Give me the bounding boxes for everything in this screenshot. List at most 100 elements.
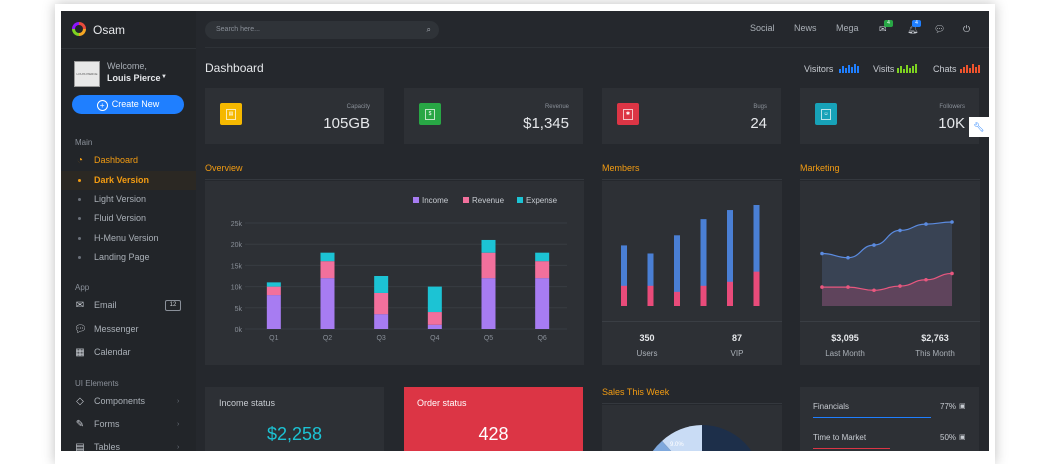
bar-income: [427, 324, 442, 329]
metric-value-time-to-market: 50%: [940, 433, 957, 442]
avatar[interactable]: LOUIS PIERCE: [74, 61, 100, 87]
stat-card-revenue: $ Revenue $1,345: [404, 88, 583, 144]
section-title-sales-this-week: Sales This Week: [602, 387, 670, 397]
settings-wrench-icon[interactable]: 🔧︎: [969, 117, 989, 137]
topnav-news[interactable]: News: [794, 23, 817, 33]
mail-badge: 4: [884, 20, 893, 27]
sidebar-item-label: Tables: [94, 442, 121, 451]
sidebar-item-label: Dark Version: [94, 175, 150, 185]
x-tick-label: Q4: [430, 335, 439, 342]
bullet-icon: [78, 198, 81, 201]
sidebar-item-calendar[interactable]: ▦ Calendar: [61, 343, 196, 362]
sidebar-item-label: Fluid Version: [94, 213, 147, 223]
marketing-last-month-label: Last Month: [825, 349, 865, 358]
bar-revenue: [374, 292, 389, 315]
y-tick-label: 10k: [231, 285, 243, 292]
page-title: Dashboard: [205, 61, 264, 75]
members-vip-label: VIP: [730, 349, 744, 358]
bar-vip: [674, 291, 680, 306]
y-tick-label: 15k: [231, 263, 243, 270]
bar-income: [374, 314, 389, 329]
x-tick-label: Q6: [537, 335, 546, 342]
data-point: [924, 277, 928, 282]
bar-expense: [320, 252, 335, 262]
data-point: [950, 220, 954, 224]
panel-divider: [800, 321, 980, 322]
user-name[interactable]: Louis Pierce: [107, 73, 161, 83]
section-divider: [205, 179, 584, 180]
bar-income: [481, 278, 496, 329]
bug-icon: ✱: [617, 103, 639, 125]
order-status-label: Order status: [417, 398, 467, 408]
section-ui-elements: UI Elements: [75, 379, 119, 388]
sidebar-item-dashboard[interactable]: ◔ Dashboard: [61, 151, 196, 170]
sidebar-item-components[interactable]: ◇ Components ›: [61, 392, 196, 411]
section-app: App: [75, 283, 90, 292]
topnav-mega[interactable]: Mega: [836, 23, 859, 33]
stat-card-followers: ☺ Followers 10K: [800, 88, 979, 144]
bar-revenue: [320, 261, 335, 279]
stat-value: 105GB: [323, 115, 370, 132]
marketing-panel: $3,095 Last Month $2,763 This Month: [800, 181, 980, 365]
sidebar-item-tables[interactable]: ▤ Tables ›: [61, 438, 196, 451]
chart-icon: ▣: [959, 403, 966, 410]
bar-expense: [374, 276, 389, 293]
bar-income: [320, 278, 335, 329]
sidebar-item-forms[interactable]: ✎ Forms ›: [61, 415, 196, 434]
bar-income: [266, 295, 281, 329]
sidebar-subitem-landing-page[interactable]: Landing Page: [61, 248, 196, 267]
section-title-marketing: Marketing: [800, 163, 840, 173]
data-point: [898, 284, 902, 288]
data-point: [820, 251, 824, 256]
members-panel: 350 Users 87 VIP: [602, 181, 782, 365]
bar-vip: [700, 285, 707, 306]
chevron-right-icon: ›: [177, 421, 180, 428]
sidebar-item-label: Forms: [94, 419, 120, 429]
marketing-last-month-value: $3,095: [831, 333, 859, 343]
x-tick-label: Q2: [323, 335, 332, 342]
bar-expense: [481, 239, 496, 253]
panel-divider: [602, 321, 782, 322]
sidebar-subitem-fluid-version[interactable]: Fluid Version: [61, 209, 196, 228]
section-divider: [800, 179, 980, 180]
x-tick-label: Q5: [484, 335, 493, 342]
income-status-label: Income status: [219, 398, 276, 408]
chat-icon: 💬︎: [74, 324, 87, 335]
create-new-button[interactable]: + Create New: [72, 95, 184, 114]
members-users-label: Users: [636, 349, 658, 358]
data-point: [820, 285, 824, 289]
y-tick-label: 25k: [231, 221, 243, 228]
sidebar-subitem-dark-version[interactable]: Dark Version: [61, 171, 196, 190]
pie-slice: [702, 425, 752, 451]
y-tick-label: 0k: [235, 327, 243, 334]
chart-icon: ▣: [959, 434, 966, 441]
sidebar-subitem-light-version[interactable]: Light Version: [61, 190, 196, 209]
topnav-social[interactable]: Social: [750, 23, 775, 33]
caret-down-icon[interactable]: ▼: [161, 74, 167, 80]
sidebar-item-messenger[interactable]: 💬︎ Messenger: [61, 320, 196, 339]
search-input[interactable]: Search here... ⌕: [205, 21, 439, 39]
calendar-icon: ▦: [75, 347, 85, 358]
section-title-members: Members: [602, 163, 640, 173]
stat-value: $1,345: [523, 115, 569, 132]
financials-progress-bar: [813, 417, 931, 418]
data-point: [950, 271, 954, 276]
sidebar-item-label: Email: [94, 300, 117, 310]
bar-vip: [727, 281, 733, 306]
bar-revenue: [266, 286, 281, 296]
sidebar: Osam LOUIS PIERCE Welcome, Louis Pierce …: [61, 11, 196, 451]
bar-expense: [266, 282, 281, 287]
sidebar-subitem-h-menu-version[interactable]: H-Menu Version: [61, 229, 196, 248]
sidebar-item-email[interactable]: ✉ Email 12: [61, 296, 196, 315]
power-icon[interactable]: ⏻: [963, 24, 970, 35]
stat-card-capacity: ▤ Capacity 105GB: [205, 88, 384, 144]
members-vip-value: 87: [731, 333, 742, 343]
metric-value-financials: 77%: [940, 402, 957, 411]
bullet-icon: [78, 237, 81, 240]
header-stat-visits: Visits: [873, 64, 895, 74]
chat-icon[interactable]: 💬︎: [934, 24, 945, 35]
x-tick-label: Q3: [376, 335, 385, 342]
search-icon[interactable]: ⌕: [427, 21, 431, 39]
plus-icon: +: [96, 100, 108, 111]
members-bar-chart: [621, 205, 760, 306]
